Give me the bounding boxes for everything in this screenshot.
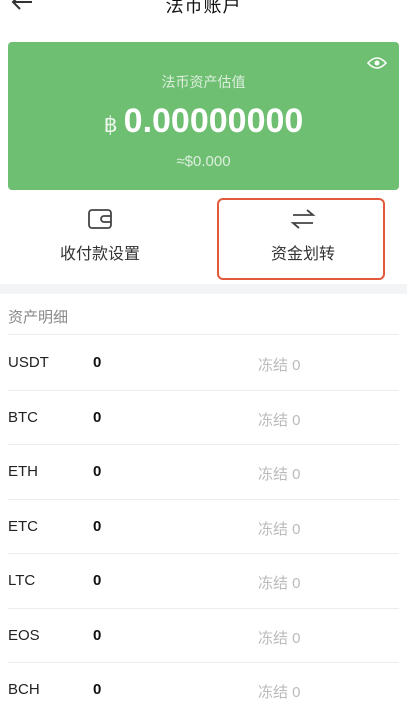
coin-name: USDT — [8, 354, 49, 371]
page-title: 法币账户 — [165, 0, 242, 16]
asset-row-ltc[interactable]: LTC 0 冻结 0 — [8, 554, 399, 609]
asset-row-etc[interactable]: ETC 0 冻结 0 — [8, 500, 399, 554]
coin-balance: 0 — [93, 408, 102, 426]
eye-icon[interactable] — [367, 56, 387, 70]
coin-balance: 0 — [93, 572, 102, 589]
coin-frozen: 冻结 0 — [258, 575, 301, 592]
asset-row-eos[interactable]: EOS 0 冻结 0 — [8, 609, 399, 663]
coin-name: LTC — [8, 572, 36, 589]
coin-name: BTC — [8, 408, 38, 426]
asset-row-eth[interactable]: ETH 0 冻结 0 — [8, 445, 399, 500]
coin-name: EOS — [8, 626, 40, 644]
highlight-box — [217, 198, 385, 280]
coin-name: ETC — [8, 517, 38, 535]
valuation-label: 法币资产估值 — [161, 74, 246, 90]
asset-row-bch[interactable]: BCH 0 冻结 0 — [8, 663, 399, 706]
asset-details-title: 资产明细 — [8, 309, 69, 326]
asset-list: USDT 0 冻结 0 BTC 0 冻结 0 ETH 0 冻结 0 ETC 0 … — [0, 336, 407, 706]
amount-value: 0.00000000 — [123, 102, 304, 140]
coin-balance: 0 — [93, 463, 102, 480]
coin-frozen: 冻结 0 — [258, 520, 301, 538]
asset-row-usdt[interactable]: USDT 0 冻结 0 — [8, 336, 399, 391]
coin-name: BCH — [8, 681, 40, 698]
section-divider — [0, 284, 407, 294]
wallet-icon — [88, 209, 112, 229]
divider — [8, 334, 399, 335]
coin-frozen: 冻结 0 — [258, 411, 301, 429]
coin-balance: 0 — [93, 681, 102, 698]
coin-name: ETH — [8, 463, 38, 480]
top-bar: 法币账户 — [0, 0, 407, 30]
currency-symbol: ฿ — [103, 112, 118, 137]
coin-frozen: 冻结 0 — [258, 684, 301, 701]
payment-settings-label: 收付款设置 — [59, 246, 140, 263]
coin-frozen: 冻结 0 — [258, 357, 301, 374]
payment-settings-button[interactable]: 收付款设置 — [0, 202, 200, 272]
coin-frozen: 冻结 0 — [258, 466, 301, 483]
coin-balance: 0 — [93, 354, 102, 371]
usd-estimate: ≈$0.000 — [176, 153, 231, 170]
valuation-amount: ฿ 0.00000000 — [8, 102, 399, 141]
asset-valuation-card: 法币资产估值 ฿ 0.00000000 ≈$0.000 — [8, 42, 399, 190]
asset-row-btc[interactable]: BTC 0 冻结 0 — [8, 391, 399, 445]
coin-balance: 0 — [93, 626, 102, 644]
coin-balance: 0 — [93, 517, 102, 535]
coin-frozen: 冻结 0 — [258, 629, 301, 647]
